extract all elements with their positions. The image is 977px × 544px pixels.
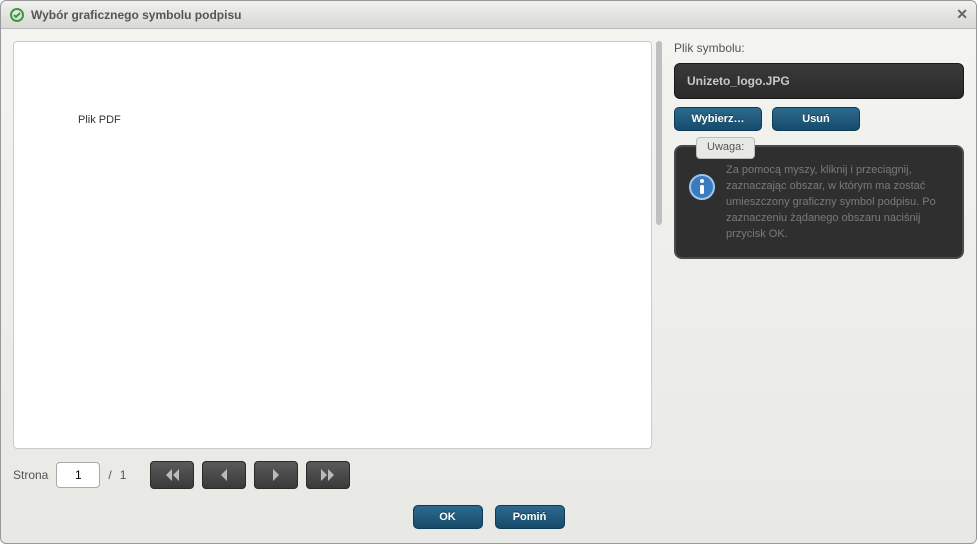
- right-pane: Plik symbolu: Unizeto_logo.JPG Wybierz… …: [674, 41, 964, 489]
- delete-button[interactable]: Usuń: [772, 107, 860, 131]
- pager: Strona / 1: [13, 461, 662, 489]
- preview-scrollbar[interactable]: [656, 41, 662, 449]
- info-text: Za pomocą myszy, kliknij i przeciągnij, …: [726, 163, 950, 243]
- window-title: Wybór graficznego symbolu podpisu: [31, 8, 956, 22]
- pager-total: 1: [120, 468, 127, 482]
- pager-first-button[interactable]: [150, 461, 194, 489]
- chevron-left-icon: [216, 468, 232, 482]
- pager-separator: /: [108, 468, 111, 482]
- pdf-label: Plik PDF: [78, 114, 121, 126]
- app-icon: [9, 7, 25, 23]
- file-label: Plik symbolu:: [674, 41, 964, 55]
- chevron-right-icon: [268, 468, 284, 482]
- info-content: Za pomocą myszy, kliknij i przeciągnij, …: [688, 163, 950, 243]
- pdf-preview[interactable]: Plik PDF: [13, 41, 652, 449]
- left-pane: Plik PDF Strona / 1: [13, 41, 662, 489]
- choose-button[interactable]: Wybierz…: [674, 107, 762, 131]
- pager-next-button[interactable]: [254, 461, 298, 489]
- scrollbar-thumb[interactable]: [656, 41, 662, 225]
- pager-prev-button[interactable]: [202, 461, 246, 489]
- footer-buttons: OK Pomiń: [1, 497, 976, 543]
- pager-label: Strona: [13, 468, 48, 482]
- preview-wrap: Plik PDF: [13, 41, 662, 449]
- forward-last-icon: [320, 468, 336, 482]
- pager-last-button[interactable]: [306, 461, 350, 489]
- page-input[interactable]: [56, 462, 100, 488]
- titlebar: Wybór graficznego symbolu podpisu ✕: [1, 1, 976, 29]
- content-area: Plik PDF Strona / 1: [1, 29, 976, 497]
- skip-button[interactable]: Pomiń: [495, 505, 565, 529]
- info-tab-label: Uwaga:: [696, 137, 755, 159]
- close-icon[interactable]: ✕: [956, 6, 968, 23]
- ok-button[interactable]: OK: [413, 505, 483, 529]
- info-icon: [688, 173, 716, 201]
- info-box: Uwaga: Za pomocą myszy, kliknij i przeci…: [674, 145, 964, 259]
- file-buttons: Wybierz… Usuń: [674, 107, 964, 131]
- dialog-window: Wybór graficznego symbolu podpisu ✕ Plik…: [0, 0, 977, 544]
- rewind-first-icon: [164, 468, 180, 482]
- file-value: Unizeto_logo.JPG: [674, 63, 964, 99]
